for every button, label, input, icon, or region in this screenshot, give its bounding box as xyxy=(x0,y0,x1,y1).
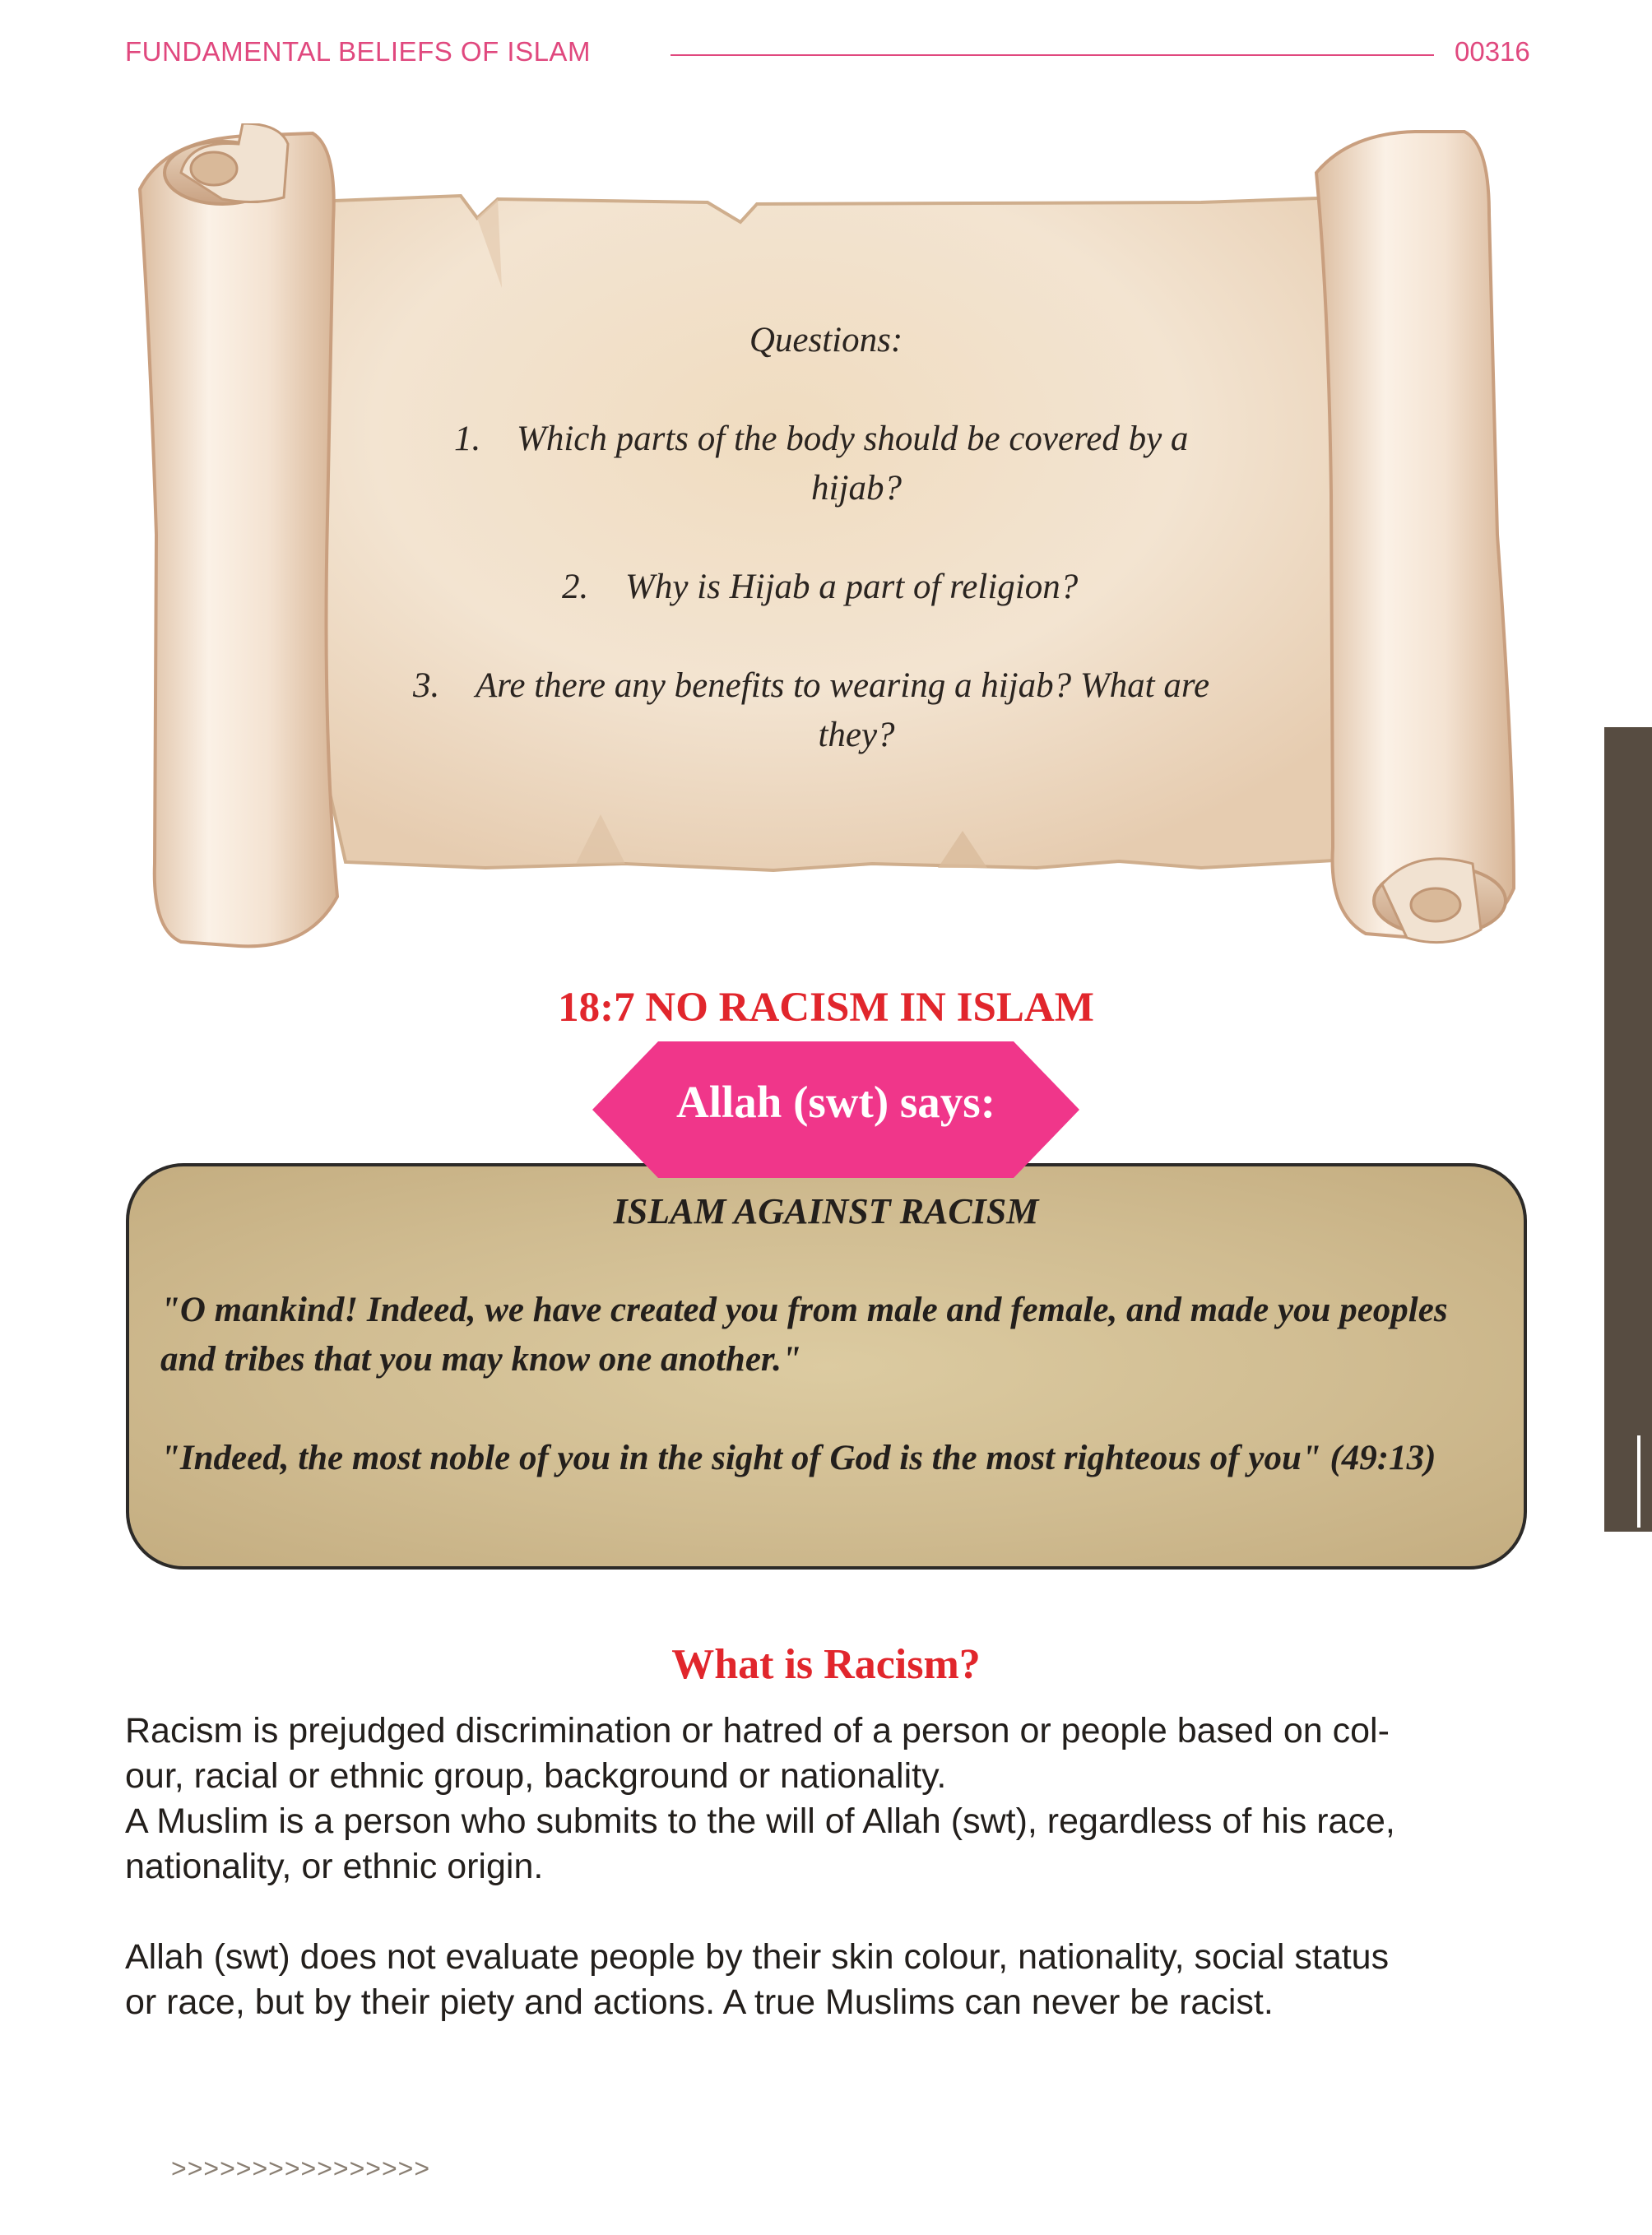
section-heading: 18:7 NO RACISM IN ISLAM xyxy=(558,985,1094,1031)
question-2-number: 2. xyxy=(562,568,589,606)
header-title: FUNDAMENTAL BELIEFS OF ISLAM xyxy=(125,36,591,67)
side-tab-marker xyxy=(1637,1435,1640,1528)
badge-label: Allah (swt) says: xyxy=(675,1077,996,1127)
body-p3-line1: Allah (swt) does not evaluate people by … xyxy=(125,1937,1390,1977)
question-3-line1: Are there any benefits to wearing a hija… xyxy=(476,666,1210,705)
questions-title: Questions: xyxy=(749,321,903,359)
body-p1-line1: Racism is prejudged discrimination or ha… xyxy=(125,1711,1390,1750)
quote-title: ISLAM AGAINST RACISM xyxy=(613,1191,1039,1231)
question-3-line2: they? xyxy=(818,716,895,754)
body-p1-line2: our, racial or ethnic group, background … xyxy=(125,1756,947,1796)
quote-line-3: "Indeed, the most noble of you in the si… xyxy=(160,1439,1436,1477)
body-p3-line2: or race, but by their piety and actions.… xyxy=(125,1982,1274,2022)
quote-line-1: "O mankind! Indeed, we have created you … xyxy=(160,1291,1448,1329)
parchment-scroll-illustration xyxy=(137,123,1516,948)
footer-arrows: >>>>>>>>>>>>>>>> xyxy=(171,2154,430,2183)
question-1-line1: Which parts of the body should be covere… xyxy=(517,420,1189,458)
header-divider xyxy=(671,54,1434,56)
body-heading: What is Racism? xyxy=(671,1641,981,1688)
question-1-number: 1. xyxy=(454,420,481,458)
body-p2-line2: nationality, or ethnic origin. xyxy=(125,1847,544,1886)
page-number: 00316 xyxy=(1455,36,1530,67)
parchment-scroll xyxy=(132,123,1530,954)
body-p2-line1: A Muslim is a person who submits to the … xyxy=(125,1801,1395,1841)
quote-line-2: and tribes that you may know one another… xyxy=(160,1340,801,1379)
side-tab xyxy=(1604,727,1652,1532)
question-3-number: 3. xyxy=(413,666,440,705)
question-2-line1: Why is Hijab a part of religion? xyxy=(625,568,1079,606)
question-1-line2: hijab? xyxy=(811,469,902,508)
